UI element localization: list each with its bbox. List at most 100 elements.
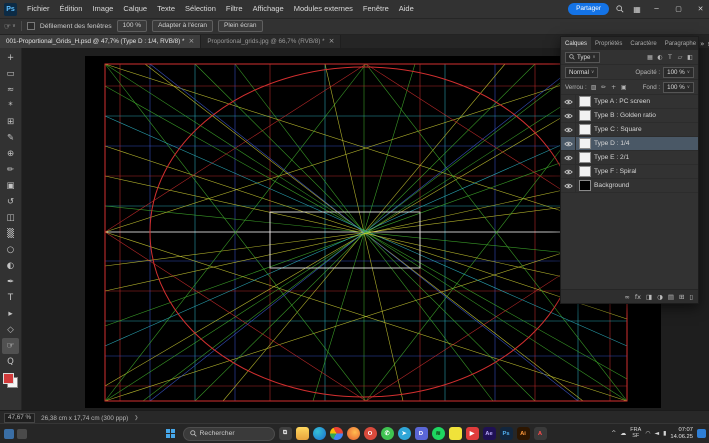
hand-tool[interactable]: ☞: [2, 338, 19, 354]
gradient-tool[interactable]: ▒: [2, 226, 19, 242]
minimize-button[interactable]: ─: [648, 0, 665, 18]
app-whatsapp[interactable]: ✆: [381, 427, 394, 440]
close-button[interactable]: ✕: [692, 0, 709, 18]
filter-smart-objects-icon[interactable]: ◧: [686, 54, 694, 61]
app-photoshop[interactable]: Ps: [500, 427, 513, 440]
layer-row[interactable]: Type F : Spiral: [561, 165, 698, 179]
history-brush-tool[interactable]: ↺: [2, 194, 19, 210]
blur-tool[interactable]: ○: [2, 242, 19, 258]
filter-adjustment-layers-icon[interactable]: ◐: [656, 54, 664, 61]
notification-center-icon[interactable]: [697, 429, 706, 438]
foreground-color-swatch[interactable]: [3, 373, 14, 384]
pen-tool[interactable]: ✒: [2, 274, 19, 290]
menu-filtre[interactable]: Filtre: [221, 0, 248, 18]
path-selection-tool[interactable]: ▸: [2, 306, 19, 322]
search-icon[interactable]: [614, 5, 626, 13]
new-layer-icon[interactable]: ⊞: [679, 293, 684, 301]
workspace-switcher-icon[interactable]: ▦: [631, 5, 643, 14]
zoom-tool[interactable]: Q: [2, 354, 19, 370]
app-edge[interactable]: [313, 427, 326, 440]
clone-stamp-tool[interactable]: ▣: [2, 178, 19, 194]
hidden-icons-chevron[interactable]: ^: [611, 430, 616, 437]
panel-tab-paragraphe[interactable]: Paragraphe: [661, 37, 700, 50]
eraser-tool[interactable]: ◫: [2, 210, 19, 226]
menu-fichier[interactable]: Fichier: [22, 0, 55, 18]
maximize-button[interactable]: ▢: [670, 0, 687, 18]
visibility-toggle[interactable]: [561, 95, 576, 108]
fit-screen-button[interactable]: Adapter à l'écran: [152, 20, 213, 32]
app-after-effects[interactable]: Ae: [483, 427, 496, 440]
marquee-tool[interactable]: ▭: [2, 66, 19, 82]
app-youtube[interactable]: ▶: [466, 427, 479, 440]
app-task-view[interactable]: ⧉: [279, 427, 292, 440]
visibility-toggle[interactable]: [561, 165, 576, 178]
document-tab[interactable]: 001-Proportional_Grids_H.psd @ 47,7% (Ty…: [0, 34, 201, 48]
app-chrome[interactable]: [330, 427, 343, 440]
panel-tab-propriétés[interactable]: Propriétés: [591, 37, 626, 50]
close-tab-icon[interactable]: ×: [329, 37, 335, 45]
lock-transparency-icon[interactable]: ▨: [590, 84, 598, 91]
menu-image[interactable]: Image: [87, 0, 118, 18]
eyedropper-tool[interactable]: ✎: [2, 130, 19, 146]
battery-icon[interactable]: ▮: [663, 430, 666, 437]
layer-row[interactable]: Type D : 1/4: [561, 137, 698, 151]
menu-texte[interactable]: Texte: [152, 0, 180, 18]
app-telegram[interactable]: ➤: [398, 427, 411, 440]
menu-aide[interactable]: Aide: [394, 0, 419, 18]
taskbar-search[interactable]: Rechercher: [183, 427, 275, 441]
move-tool[interactable]: +: [2, 50, 19, 66]
share-button[interactable]: Partager: [568, 3, 609, 15]
filter-type-layers-icon[interactable]: T: [666, 54, 674, 61]
status-chevron-icon[interactable]: ❯: [134, 415, 138, 421]
clock[interactable]: 07:07 14.06.25: [670, 427, 693, 440]
filter-shape-layers-icon[interactable]: ▱: [676, 54, 684, 61]
document-tab[interactable]: Proportional_grids.jpg @ 66,7% (RVB/8) *…: [201, 34, 341, 48]
app-opera[interactable]: O: [364, 427, 377, 440]
app-snapchat[interactable]: [449, 427, 462, 440]
layer-mask-icon[interactable]: ◨: [646, 293, 652, 301]
zoom-100-button[interactable]: 100 %: [117, 20, 147, 32]
color-swatches[interactable]: [3, 373, 18, 388]
opacity-select[interactable]: 100 % ∨: [663, 67, 694, 78]
delete-layer-icon[interactable]: ▯: [689, 293, 693, 301]
menu-sélection[interactable]: Sélection: [180, 0, 221, 18]
app-acrobat[interactable]: A: [534, 427, 547, 440]
layer-row[interactable]: Background: [561, 179, 698, 193]
dodge-tool[interactable]: ◐: [2, 258, 19, 274]
lock-position-icon[interactable]: +: [610, 84, 618, 91]
layer-group-icon[interactable]: ▤: [668, 293, 674, 301]
wifi-icon[interactable]: ◠: [645, 430, 650, 437]
healing-brush-tool[interactable]: ⊕: [2, 146, 19, 162]
fill-select[interactable]: 100 % ∨: [663, 82, 694, 93]
volume-icon[interactable]: ◄: [654, 430, 659, 437]
visibility-toggle[interactable]: [561, 109, 576, 122]
menu-calque[interactable]: Calque: [118, 0, 152, 18]
menu-affichage[interactable]: Affichage: [248, 0, 289, 18]
visibility-toggle[interactable]: [561, 123, 576, 136]
layer-row[interactable]: Type A : PC screen: [561, 95, 698, 109]
layer-effects-icon[interactable]: fx: [635, 293, 641, 301]
shape-tool[interactable]: ◇: [2, 322, 19, 338]
brush-tool[interactable]: ✏: [2, 162, 19, 178]
visibility-toggle[interactable]: [561, 137, 576, 150]
panel-tab-caractère[interactable]: Caractère: [626, 37, 660, 50]
link-layers-icon[interactable]: ∞: [624, 293, 629, 301]
visibility-toggle[interactable]: [561, 151, 576, 164]
type-tool[interactable]: T: [2, 290, 19, 306]
adjustment-layer-icon[interactable]: ◑: [657, 293, 663, 301]
language-indicator[interactable]: FRASF: [630, 428, 641, 440]
app-file-explorer[interactable]: [296, 427, 309, 440]
scroll-all-windows-checkbox[interactable]: [27, 22, 35, 30]
onedrive-cloud-icon[interactable]: ☁: [620, 430, 626, 437]
zoom-level-field[interactable]: 47,67 %: [4, 413, 35, 424]
lock-all-icon[interactable]: ▣: [620, 84, 628, 91]
current-tool-icon[interactable]: ☞∨: [4, 22, 16, 31]
crop-tool[interactable]: ⊞: [2, 114, 19, 130]
layer-row[interactable]: Type C : Square: [561, 123, 698, 137]
close-tab-icon[interactable]: ×: [188, 37, 194, 45]
lock-paint-icon[interactable]: ✏: [600, 84, 608, 91]
fill-screen-button[interactable]: Plein écran: [218, 20, 263, 32]
app-discord[interactable]: D: [415, 427, 428, 440]
layer-row[interactable]: Type B : Golden ratio: [561, 109, 698, 123]
menu-édition[interactable]: Édition: [55, 0, 88, 18]
